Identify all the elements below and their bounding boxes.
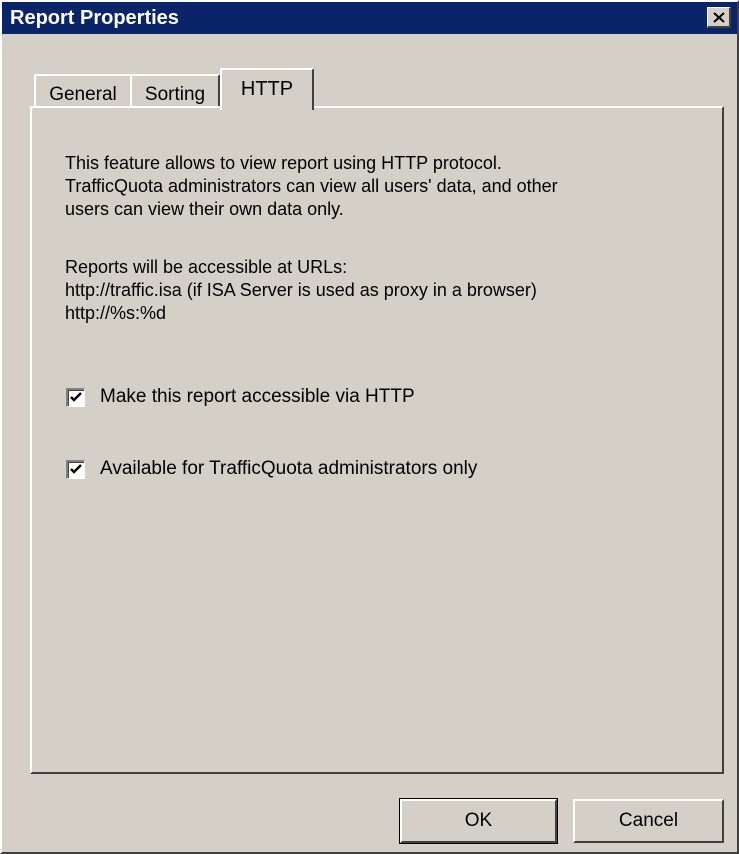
ok-button-label: OK (464, 810, 493, 831)
tab-http[interactable]: HTTP (220, 68, 314, 110)
checkmark-icon (70, 464, 82, 474)
checkmark-icon (70, 392, 82, 402)
close-icon (712, 11, 725, 23)
make-accessible-checkbox[interactable] (66, 387, 85, 407)
window-title: Report Properties (10, 7, 179, 29)
description-line: users can view their own data only. (65, 199, 344, 219)
urls-heading: Reports will be accessible at URLs: (65, 257, 348, 277)
title-bar[interactable]: Report Properties (2, 2, 737, 34)
tab-sorting[interactable]: Sorting (130, 74, 220, 108)
cancel-button[interactable]: Cancel (573, 799, 724, 843)
tab-sorting-label: Sorting (144, 84, 206, 105)
make-accessible-option[interactable]: Make this report accessible via HTTP (66, 386, 415, 408)
description-line: This feature allows to view report using… (65, 153, 502, 173)
url-line: http://%s:%d (65, 303, 167, 323)
tab-general[interactable]: General (34, 74, 132, 108)
url-line: http://traffic.isa (if ISA Server is use… (65, 280, 537, 300)
admins-only-label: Available for TrafficQuota administrator… (100, 458, 478, 479)
urls-text: Reports will be accessible at URLs: http… (65, 256, 685, 325)
tab-general-label: General (49, 84, 117, 105)
tab-http-label: HTTP (240, 78, 294, 100)
http-tab-panel: This feature allows to view report using… (30, 106, 724, 774)
admins-only-checkbox[interactable] (66, 459, 85, 479)
close-button[interactable] (707, 7, 731, 28)
make-accessible-label: Make this report accessible via HTTP (100, 386, 415, 407)
cancel-button-label: Cancel (618, 810, 679, 831)
report-properties-dialog: Report Properties General Sorting HTTP T… (0, 0, 739, 854)
description-line: TrafficQuota administrators can view all… (65, 176, 558, 196)
admins-only-option[interactable]: Available for TrafficQuota administrator… (66, 458, 477, 480)
description-text: This feature allows to view report using… (65, 152, 685, 221)
ok-button[interactable]: OK (399, 798, 558, 844)
